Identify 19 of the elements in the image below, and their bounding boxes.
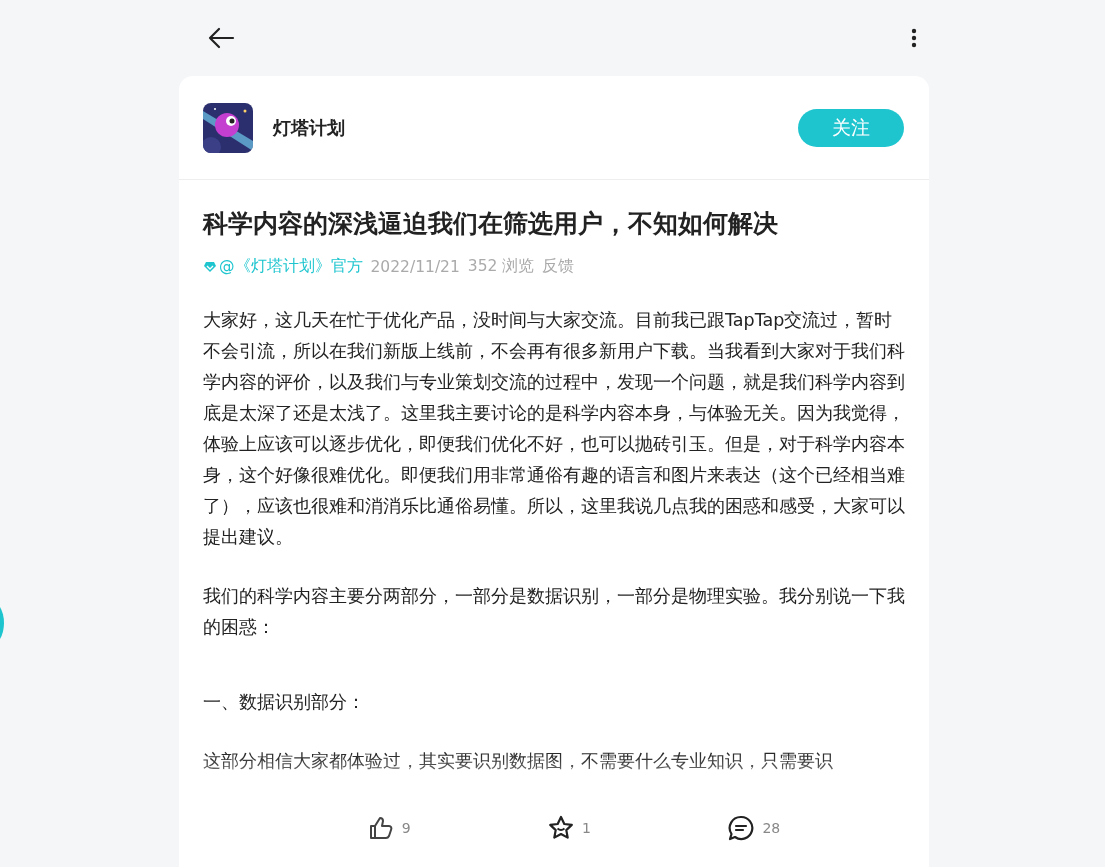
post-date: 2022/11/21 — [370, 257, 460, 276]
action-count: 9 — [401, 820, 411, 836]
author-tag[interactable]: @《灯塔计划》官方 — [219, 256, 363, 277]
view-count: 352 浏览 — [467, 256, 535, 277]
action-count: 28 — [762, 820, 781, 836]
action-count: 1 — [582, 820, 591, 836]
section-heading: 一、数据识别部分： — [203, 691, 366, 714]
paragraph: 这部分相信大家都体验过，其实要识别数据图，不需要什么专业知识，只需要识 — [203, 750, 834, 773]
back-arrow-icon[interactable] — [207, 26, 235, 50]
paragraph: 我们的科学内容主要分两部分，一部分是数据识别，一部分是物理实验。我分别说一下我的困惑： — [203, 585, 905, 639]
paragraph: 大家好，这几天在忙于优化产品，没时间与大家交流。目前我已跟TapTap交流过，暂时不会引流，所以在我们新版上线前，不会再有很多新用户下载。当我看到大家对于我们科学内容的评价，以及我们与专业策划交流的过程中，发现一个问题，就是我们科学内容到底是太深了还是太浅了。这里我主要讨论的是科学内容本身，与体验无关。因为我觉得，体验上应该可以逐步优化，即便我们优化不好，也可以抛砖引玉。但是，对于科学内容本身，这个好像很难优化。即便我们用非常通俗有趣的语言和图片来表达（这个已经相当难了），应该也很难和消消乐比通俗易懂。所以，这里我说几点我的困惑和感受，大家可以提出建议。 — [203, 309, 905, 549]
comment-icon[interactable] — [728, 815, 755, 841]
post-title: 科学内容的深浅逼迫我们在筛选用户，不知如何解决 — [203, 208, 779, 240]
thumbs-up-icon[interactable] — [367, 815, 394, 841]
star-icon[interactable] — [548, 815, 575, 841]
follow-button[interactable]: 关注 — [798, 108, 904, 147]
author-name[interactable]: 灯塔计划 — [273, 115, 345, 140]
more-menu-icon[interactable] — [911, 28, 917, 48]
feedback-link[interactable]: 反馈 — [542, 256, 575, 277]
